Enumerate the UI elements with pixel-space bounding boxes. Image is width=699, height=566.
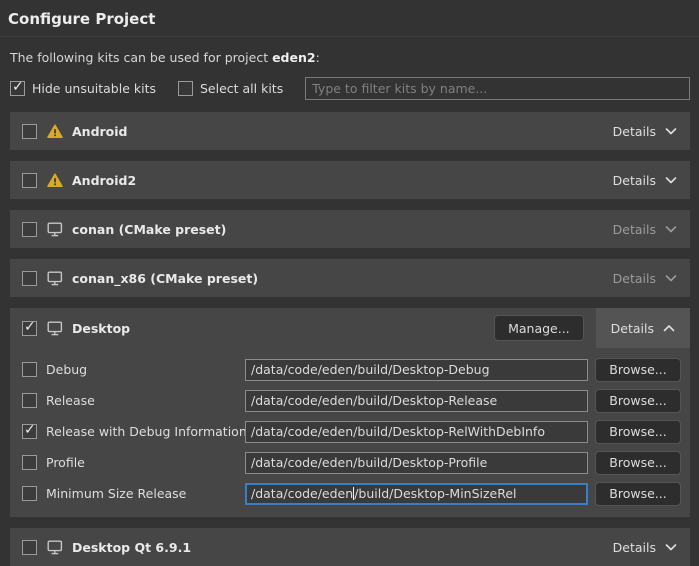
build-dir-value: /data/code/eden/build/Desktop-RelWithDeb… bbox=[251, 424, 545, 439]
kit-name: Desktop Qt 6.9.1 bbox=[72, 540, 191, 555]
details-label: Details bbox=[613, 540, 656, 555]
build-dir-input[interactable]: /data/code/eden/build/Desktop-RelWithDeb… bbox=[245, 421, 588, 443]
warning-icon bbox=[47, 173, 63, 188]
chevron-up-icon bbox=[663, 324, 675, 332]
details-label: Details bbox=[613, 271, 656, 286]
hide-unsuitable-kits-label: Hide unsuitable kits bbox=[32, 81, 156, 96]
build-config-label: Release bbox=[46, 393, 95, 408]
build-config-label: Release with Debug Information bbox=[46, 424, 247, 439]
intro-prefix: The following kits can be used for proje… bbox=[10, 50, 272, 65]
build-config-section: Debug /data/code/eden/build/Desktop-Debu… bbox=[10, 348, 690, 517]
kit-name: Android2 bbox=[72, 173, 136, 188]
build-dir-value: /data/code/eden/build/Desktop-Release bbox=[251, 393, 497, 408]
details-button[interactable]: Details bbox=[596, 308, 690, 348]
kit-checkbox[interactable] bbox=[22, 540, 37, 555]
kit-row-conan: conan (CMake preset) Details bbox=[10, 210, 690, 248]
build-config-checkbox[interactable] bbox=[22, 393, 37, 408]
kit-row-android: Android Details bbox=[10, 112, 690, 150]
kit-controls: Hide unsuitable kits Select all kits bbox=[10, 77, 690, 100]
title-divider bbox=[0, 36, 699, 37]
kit-row-conan-x86: conan_x86 (CMake preset) Details bbox=[10, 259, 690, 297]
build-dir-input[interactable]: /data/code/eden/build/Desktop-Release bbox=[245, 390, 588, 412]
build-dir-input[interactable]: /data/code/eden/build/Desktop-Debug bbox=[245, 359, 588, 381]
kit-name: Android bbox=[72, 124, 128, 139]
monitor-icon bbox=[47, 540, 63, 555]
intro-suffix: : bbox=[316, 50, 320, 65]
browse-button[interactable]: Browse... bbox=[595, 482, 681, 506]
build-config-row-minsizerel: Minimum Size Release /data/code/eden/bui… bbox=[10, 478, 690, 509]
browse-button[interactable]: Browse... bbox=[595, 420, 681, 444]
build-dir-value: /data/code/eden/build/Desktop-Profile bbox=[251, 455, 487, 470]
select-all-kits-checkbox[interactable] bbox=[178, 81, 193, 96]
page-title: Configure Project bbox=[0, 0, 699, 36]
warning-icon bbox=[47, 124, 63, 139]
build-config-checkbox[interactable] bbox=[22, 486, 37, 501]
build-config-row-debug: Debug /data/code/eden/build/Desktop-Debu… bbox=[10, 354, 690, 385]
kit-checkbox[interactable] bbox=[22, 173, 37, 188]
details-label: Details bbox=[611, 321, 654, 336]
build-dir-value: /build/Desktop-MinSizeRel bbox=[354, 486, 516, 501]
select-all-kits-option[interactable]: Select all kits bbox=[178, 81, 283, 96]
details-label: Details bbox=[613, 173, 656, 188]
build-dir-value: /data/code/eden bbox=[251, 486, 353, 501]
kit-filter-input[interactable] bbox=[305, 77, 690, 100]
kit-checkbox[interactable] bbox=[22, 271, 37, 286]
select-all-kits-label: Select all kits bbox=[200, 81, 283, 96]
details-button[interactable]: Details bbox=[600, 161, 690, 199]
build-dir-input-focused[interactable]: /data/code/eden/build/Desktop-MinSizeRel bbox=[245, 483, 588, 505]
details-label: Details bbox=[613, 124, 656, 139]
hide-unsuitable-kits-option[interactable]: Hide unsuitable kits bbox=[10, 81, 156, 96]
build-config-row-release: Release /data/code/eden/build/Desktop-Re… bbox=[10, 385, 690, 416]
kit-checkbox[interactable] bbox=[22, 124, 37, 139]
browse-button[interactable]: Browse... bbox=[595, 451, 681, 475]
kit-name: conan (CMake preset) bbox=[72, 222, 226, 237]
kit-row-android2: Android2 Details bbox=[10, 161, 690, 199]
build-config-option[interactable]: Debug bbox=[22, 362, 245, 377]
monitor-icon bbox=[47, 271, 63, 286]
build-config-row-profile: Profile /data/code/eden/build/Desktop-Pr… bbox=[10, 447, 690, 478]
build-config-label: Profile bbox=[46, 455, 85, 470]
chevron-down-icon bbox=[665, 225, 677, 233]
details-button[interactable]: Details bbox=[600, 210, 690, 248]
kit-panel-desktop: Desktop Manage... Details Debug /data/co… bbox=[10, 308, 690, 517]
build-config-label: Debug bbox=[46, 362, 87, 377]
build-config-option[interactable]: Release with Debug Information bbox=[22, 424, 245, 439]
build-config-option[interactable]: Minimum Size Release bbox=[22, 486, 245, 501]
build-config-option[interactable]: Release bbox=[22, 393, 245, 408]
monitor-icon bbox=[47, 321, 63, 336]
kit-name: Desktop bbox=[72, 321, 130, 336]
kit-checkbox[interactable] bbox=[22, 321, 37, 336]
details-button[interactable]: Details bbox=[600, 528, 690, 566]
details-button[interactable]: Details bbox=[600, 112, 690, 150]
details-label: Details bbox=[613, 222, 656, 237]
chevron-down-icon bbox=[665, 176, 677, 184]
kit-list: Android Details Android2 Details conan (… bbox=[0, 112, 699, 566]
kit-checkbox[interactable] bbox=[22, 222, 37, 237]
build-config-label: Minimum Size Release bbox=[46, 486, 186, 501]
chevron-down-icon bbox=[665, 127, 677, 135]
project-name: eden2 bbox=[272, 50, 316, 65]
kit-row-desktop: Desktop Manage... Details bbox=[10, 308, 690, 348]
build-config-checkbox[interactable] bbox=[22, 362, 37, 377]
intro-text: The following kits can be used for proje… bbox=[10, 50, 689, 65]
kit-row-desktop-qt-691: Desktop Qt 6.9.1 Details bbox=[10, 528, 690, 566]
hide-unsuitable-kits-checkbox[interactable] bbox=[10, 81, 25, 96]
build-dir-value: /data/code/eden/build/Desktop-Debug bbox=[251, 362, 490, 377]
build-config-option[interactable]: Profile bbox=[22, 455, 245, 470]
build-config-checkbox[interactable] bbox=[22, 455, 37, 470]
build-config-checkbox[interactable] bbox=[22, 424, 37, 439]
manage-button[interactable]: Manage... bbox=[494, 315, 584, 341]
chevron-down-icon bbox=[665, 274, 677, 282]
build-dir-input[interactable]: /data/code/eden/build/Desktop-Profile bbox=[245, 452, 588, 474]
details-button[interactable]: Details bbox=[600, 259, 690, 297]
browse-button[interactable]: Browse... bbox=[595, 389, 681, 413]
build-config-row-relwithdebinfo: Release with Debug Information /data/cod… bbox=[10, 416, 690, 447]
browse-button[interactable]: Browse... bbox=[595, 358, 681, 382]
kit-name: conan_x86 (CMake preset) bbox=[72, 271, 258, 286]
chevron-down-icon bbox=[665, 543, 677, 551]
monitor-icon bbox=[47, 222, 63, 237]
